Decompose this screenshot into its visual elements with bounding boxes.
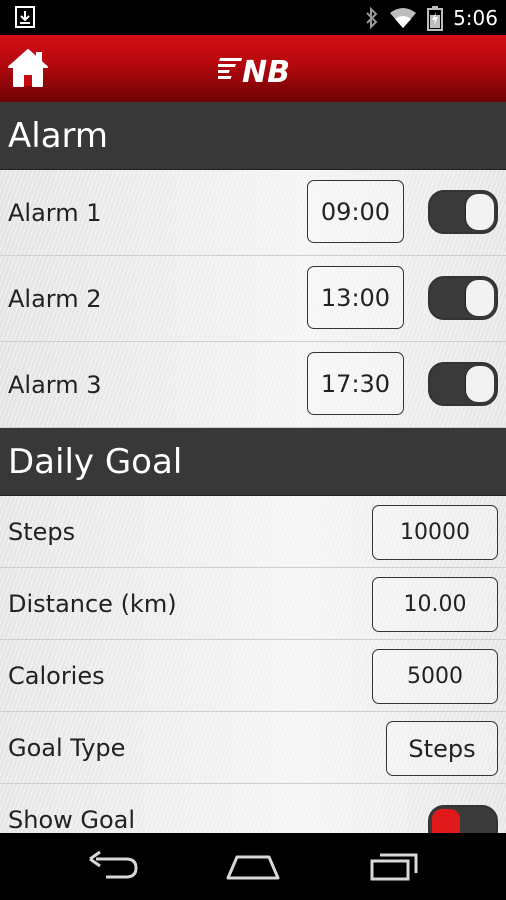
settings-content[interactable]: Alarm Alarm 1 09:00 Alarm 2 13:00 Alarm …	[0, 102, 506, 833]
clock: 5:06	[453, 5, 498, 30]
section-header-daily-goal: Daily Goal	[0, 428, 506, 496]
bluetooth-icon	[366, 6, 378, 29]
app-bar: NB	[0, 35, 506, 102]
new-balance-logo: NB	[218, 55, 290, 87]
goal-list: Steps 10000 Distance (km) 10.00 Calories…	[0, 496, 506, 833]
calories-value-button[interactable]: 5000	[372, 649, 498, 704]
alarm-toggle[interactable]	[428, 276, 498, 320]
toggle-knob	[466, 280, 494, 316]
back-icon[interactable]	[84, 847, 140, 883]
section-header-alarm: Alarm	[0, 102, 506, 170]
download-notification-icon	[15, 6, 35, 28]
distance-value-button[interactable]: 10.00	[372, 577, 498, 632]
goal-row-show-goal: Show Goal	[0, 784, 506, 833]
goal-row-distance: Distance (km) 10.00	[0, 568, 506, 640]
home-nav-icon[interactable]	[225, 847, 281, 883]
navigation-bar	[0, 833, 506, 900]
toggle-knob	[466, 194, 494, 230]
goal-type-label: Goal Type	[8, 733, 126, 762]
goal-type-button[interactable]: Steps	[386, 721, 498, 776]
alarm-row-2: Alarm 2 13:00	[0, 256, 506, 342]
calories-label: Calories	[8, 661, 105, 690]
show-goal-toggle[interactable]	[428, 805, 498, 833]
status-bar: 5:06	[0, 0, 506, 35]
alarm-list: Alarm 1 09:00 Alarm 2 13:00 Alarm 3 17:3…	[0, 170, 506, 428]
distance-label: Distance (km)	[8, 589, 177, 618]
battery-icon	[427, 5, 444, 31]
home-icon[interactable]	[6, 46, 50, 90]
alarm-toggle[interactable]	[428, 362, 498, 406]
alarm-time-button[interactable]: 17:30	[307, 352, 404, 415]
alarm-toggle[interactable]	[428, 190, 498, 234]
goal-row-calories: Calories 5000	[0, 640, 506, 712]
toggle-knob	[432, 809, 460, 833]
logo-text: NB	[242, 55, 290, 87]
alarm-label: Alarm 1	[8, 198, 102, 227]
alarm-label: Alarm 3	[8, 370, 102, 399]
wifi-icon	[390, 7, 417, 28]
goal-row-steps: Steps 10000	[0, 496, 506, 568]
show-goal-label: Show Goal	[8, 805, 136, 834]
alarm-time-button[interactable]: 13:00	[307, 266, 404, 329]
recent-apps-icon[interactable]	[366, 847, 422, 883]
toggle-knob	[466, 366, 494, 402]
steps-label: Steps	[8, 517, 76, 546]
alarm-row-1: Alarm 1 09:00	[0, 170, 506, 256]
steps-value-button[interactable]: 10000	[372, 505, 498, 560]
alarm-time-button[interactable]: 09:00	[307, 180, 404, 243]
alarm-row-3: Alarm 3 17:30	[0, 342, 506, 428]
alarm-label: Alarm 2	[8, 284, 102, 313]
goal-row-goal-type: Goal Type Steps	[0, 712, 506, 784]
